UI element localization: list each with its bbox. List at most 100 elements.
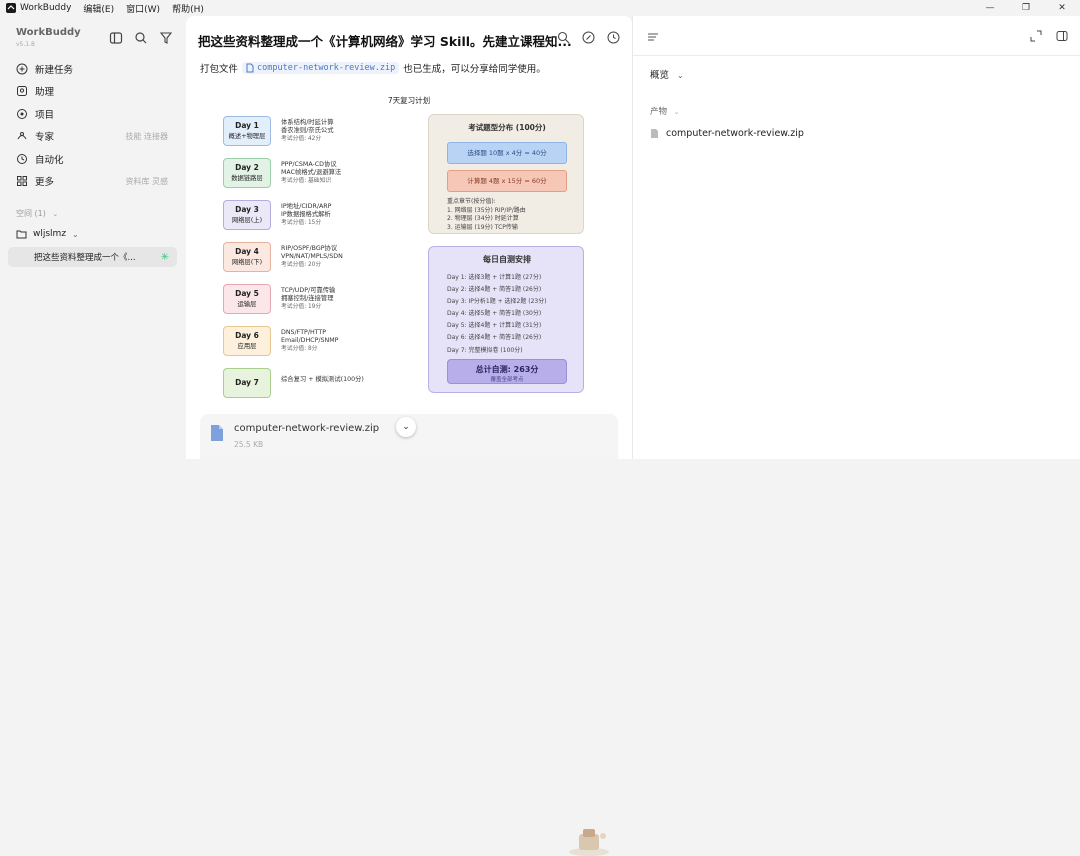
daily-item: Day 3: IP分析1题 + 选择2题 (23分) xyxy=(447,298,547,306)
daily-item: Day 5: 选择4题 + 计算1题 (31分) xyxy=(447,322,542,330)
panel-toggle-icon[interactable] xyxy=(1056,30,1068,42)
daily-test-box: 每日自测安排 Day 1: 选择3题 + 计算1题 (27分) Day 2: 选… xyxy=(428,246,584,393)
exam-distribution-box: 考试题型分布 (100分) 选择题 10题 x 4分 = 40分 计算题 4题 … xyxy=(428,114,584,234)
day-name: Day 4 xyxy=(235,247,259,256)
day-topic-line: MAC帧格式/退避算法 xyxy=(281,169,342,176)
attachment-size: 25.5 KB xyxy=(234,440,264,449)
products-section[interactable]: 产物 ⌄ xyxy=(650,105,680,117)
chevron-down-icon: ⌄ xyxy=(673,108,680,116)
app-logo-icon xyxy=(6,3,16,13)
day-name: Day 2 xyxy=(235,163,259,172)
day-score: 考试分值: 19分 xyxy=(281,304,322,310)
product-file-item[interactable]: computer-network-review.zip xyxy=(650,128,804,139)
day-score: 考试分值: 8分 xyxy=(281,346,318,352)
conversation-toolbar xyxy=(557,31,620,44)
filter-icon[interactable] xyxy=(159,31,173,45)
total-score-sub: 覆盖全部考点 xyxy=(490,377,524,383)
nav-expert[interactable]: 专家 技能 连接器 xyxy=(16,127,176,145)
overview-dropdown[interactable]: 概览 ⌄ xyxy=(650,67,684,81)
day-topic-line: 拥塞控制/连接管理 xyxy=(281,295,334,302)
space-header[interactable]: 空间 (1) ⌄ xyxy=(16,208,58,219)
day-topic-line: IP地址/CIDR/ARP xyxy=(281,203,332,210)
day-box: Day 3 网络层(上) xyxy=(223,200,271,230)
day-score: 考试分值: 15分 xyxy=(281,220,322,226)
day-details: RIP/OSPF/BGP协议 VPN/NAT/MPLS/SDN 考试分值: 20分 xyxy=(281,245,343,269)
day-score: 考试分值: 20分 xyxy=(281,262,322,268)
key-chapter-item: 1. 网络层 (35分) RIP/IP/路由 xyxy=(447,206,526,214)
scroll-down-button[interactable]: ⌄ xyxy=(396,417,416,437)
daily-list: Day 1: 选择3题 + 计算1题 (27分) Day 2: 选择4题 + 简… xyxy=(447,272,547,357)
menu-icon[interactable] xyxy=(647,31,659,43)
daily-item: Day 7: 完整模拟卷 (100分) xyxy=(447,346,523,354)
daily-item: Day 1: 选择3题 + 计算1题 (27分) xyxy=(447,274,542,281)
day-topic: 网络层(上) xyxy=(231,217,263,224)
total-score: 总计自测: 263分 xyxy=(475,365,539,374)
sidebar: WorkBuddy v5.1.8 新建任务 助理 项目 专家 技能 连接器 自动… xyxy=(0,16,186,459)
loading-spinner-icon: ✳ xyxy=(160,251,169,263)
file-link[interactable]: computer-network-review.zip xyxy=(242,62,400,74)
close-button[interactable]: ✕ xyxy=(1044,3,1080,13)
message-text-after: 也已生成，可以分享给同学使用。 xyxy=(403,64,546,75)
folder-item[interactable]: wljslmz ⌄ xyxy=(16,229,79,239)
nav-hint: 资料库 灵感 xyxy=(125,176,168,186)
day-box: Day 4 网络层(下) xyxy=(223,242,271,272)
nav-label: 新建任务 xyxy=(35,65,74,76)
day-topic: 数据链路层 xyxy=(231,175,263,182)
search-icon[interactable] xyxy=(134,31,148,45)
nav-hint: 技能 连接器 xyxy=(125,131,168,141)
history-icon[interactable] xyxy=(607,31,620,44)
toggle-sidebar-icon[interactable] xyxy=(109,31,123,45)
day-details: PPP/CSMA-CD协议 MAC帧格式/退避算法 考试分值: 基础知识 xyxy=(281,161,341,185)
conversation-panel: 把这些资料整理成一个《计算机网络》学习 Skill。先建立课程知... 打包文件… xyxy=(186,16,632,856)
document-icon xyxy=(211,425,223,441)
file-link-label: computer-network-review.zip xyxy=(257,63,396,73)
day-topic-line: VPN/NAT/MPLS/SDN xyxy=(281,253,343,260)
attachment-filename: computer-network-review.zip xyxy=(234,423,380,434)
nav-label: 更多 xyxy=(35,177,55,188)
day-topic-line: RIP/OSPF/BGP协议 xyxy=(281,245,338,252)
menu-window[interactable]: 窗口(W) xyxy=(126,2,160,15)
task-item-active[interactable]: 把这些资料整理成一个《... ✳ xyxy=(8,247,177,267)
chevron-down-icon: ⌄ xyxy=(52,210,59,218)
total-score-box: 总计自测: 263分 覆盖全部考点 xyxy=(447,359,567,384)
day-topic-line: DNS/FTP/HTTP xyxy=(281,329,327,336)
minimize-button[interactable]: — xyxy=(972,3,1008,13)
panel-divider xyxy=(633,55,1080,56)
conversation-title: 把这些资料整理成一个《计算机网络》学习 Skill。先建立课程知... xyxy=(198,34,572,49)
expand-icon[interactable] xyxy=(1030,30,1042,42)
artifacts-panel: 概览 ⌄ 产物 ⌄ computer-network-review.zip xyxy=(632,16,1080,459)
project-icon xyxy=(17,109,27,119)
day-box: Day 1 概述+物理层 xyxy=(223,116,271,146)
nav-automation[interactable]: 自动化 xyxy=(16,150,176,168)
edit-icon[interactable] xyxy=(582,31,595,44)
nav-new-task[interactable]: 新建任务 xyxy=(16,60,176,78)
nav-label: 自动化 xyxy=(35,155,64,166)
menu-edit[interactable]: 编辑(E) xyxy=(83,2,114,15)
brand-name: WorkBuddy xyxy=(16,27,81,38)
day-details: IP地址/CIDR/ARP IP数据报格式解析 考试分值: 15分 xyxy=(281,203,331,227)
exam-title: 考试题型分布 (100分) xyxy=(468,123,546,132)
day-topic-line: 体系结构/时延计算 xyxy=(281,119,334,126)
day-details: 综合复习 + 模拟测试(100分) xyxy=(281,376,364,384)
day-topic: 概述+物理层 xyxy=(228,133,266,140)
products-label: 产物 xyxy=(650,107,668,117)
nav-assistant[interactable]: 助理 xyxy=(16,82,176,100)
nav-more[interactable]: 更多 资料库 灵感 xyxy=(16,172,176,190)
review-plan-image: 7天复习计划 Day 1 概述+物理层 体系结构/时延计算 香农准则/奈氏公式 考试分值… xyxy=(200,88,618,398)
assistant-icon xyxy=(17,86,27,96)
nav-project[interactable]: 项目 xyxy=(16,105,176,123)
day-score: 考试分值: 基础知识 xyxy=(281,178,332,184)
search-icon[interactable] xyxy=(557,31,570,44)
day-box: Day 5 运输层 xyxy=(223,284,271,314)
daily-item: Day 6: 选择4题 + 简答1题 (26分) xyxy=(447,334,542,342)
menu-help[interactable]: 帮助(H) xyxy=(172,2,204,15)
message-text-before: 打包文件 xyxy=(200,64,239,75)
day-name: Day 5 xyxy=(235,289,259,298)
chevron-down-icon: ⌄ xyxy=(677,71,684,80)
task-label: 把这些资料整理成一个《... xyxy=(34,253,136,263)
expert-icon xyxy=(17,132,27,140)
restore-button[interactable]: ❐ xyxy=(1008,3,1044,13)
daily-item: Day 4: 选择5题 + 简答1题 (30分) xyxy=(447,310,542,318)
window-controls: — ❐ ✕ xyxy=(972,0,1080,16)
folder-label: wljslmz xyxy=(33,229,67,239)
